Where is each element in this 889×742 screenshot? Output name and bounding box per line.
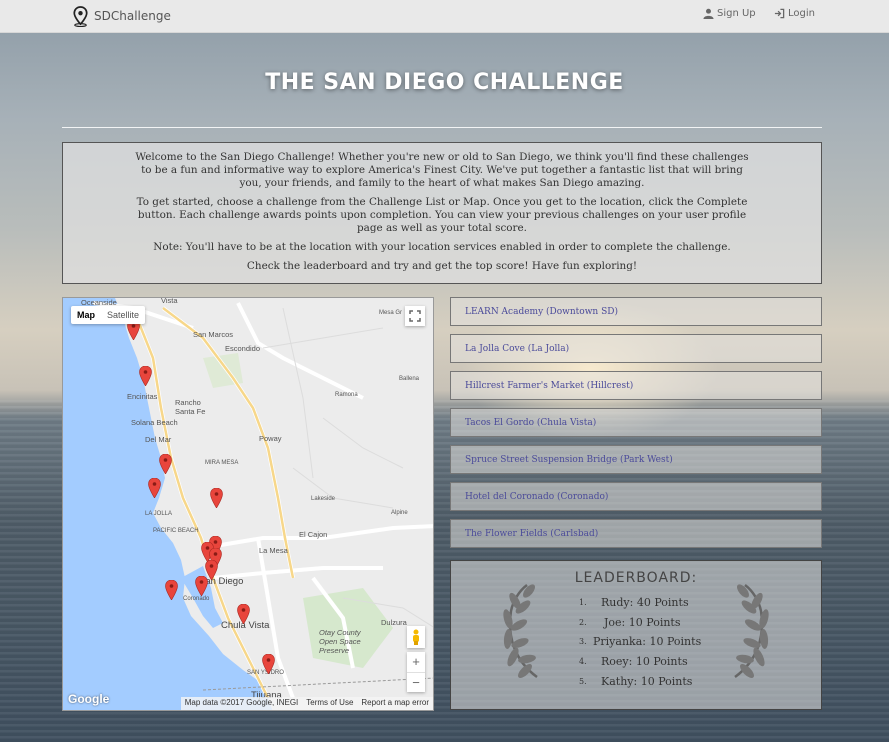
zoom-in-button[interactable]: + xyxy=(407,652,425,673)
challenge-item[interactable]: Hillcrest Farmer's Market (Hillcrest) xyxy=(450,371,822,400)
leaderboard-entry: 4. Roey: 10 Points xyxy=(579,652,739,672)
challenge-item[interactable]: Spruce Street Suspension Bridge (Park We… xyxy=(450,445,822,474)
challenge-item[interactable]: La Jolla Cove (La Jolla) xyxy=(450,334,822,363)
map-label: Coronado xyxy=(183,596,210,602)
leaderboard-rank: 2. xyxy=(579,617,587,627)
leaderboard-rank: 4. xyxy=(579,657,587,667)
map-label: Poway xyxy=(259,434,282,443)
map-label: Vista xyxy=(161,297,178,305)
title-divider xyxy=(62,127,822,128)
map-label: PACIFIC BEACH xyxy=(153,528,199,534)
street-view-button[interactable] xyxy=(407,626,425,648)
leaderboard: LEADERBOARD: 1. Rudy: 40 Points 2. Joe: … xyxy=(450,560,822,710)
google-logo: Google xyxy=(68,692,110,706)
map-marker-icon[interactable] xyxy=(195,576,208,596)
report-error-link[interactable]: Report a map error xyxy=(361,698,429,709)
leaderboard-entry: 3. Priyanka: 10 Points xyxy=(579,632,739,652)
user-icon xyxy=(703,8,714,19)
map-label: Mesa Gr xyxy=(379,310,403,316)
map-label: San Marcos xyxy=(193,330,234,339)
map-marker-icon[interactable] xyxy=(262,654,275,674)
login-icon xyxy=(774,8,785,19)
intro-paragraph: To get started, choose a challenge from … xyxy=(136,196,748,234)
map-marker-icon[interactable] xyxy=(139,366,152,386)
map-label: Lakeside xyxy=(311,496,336,502)
map-label: Ramona xyxy=(335,392,358,398)
map-label: Rancho Santa Fe xyxy=(175,398,206,416)
leaderboard-name: Priyanka: 10 Points xyxy=(593,635,702,649)
map-marker-icon[interactable] xyxy=(237,604,250,624)
map-label: Encinitas xyxy=(127,392,158,401)
map-label: Alpine xyxy=(391,510,408,516)
challenge-item[interactable]: LEARN Academy (Downtown SD) xyxy=(450,297,822,326)
intro-paragraph: Note: You'll have to be at the location … xyxy=(153,241,731,253)
map-label: Otay County Open Space Preserve xyxy=(319,628,361,655)
login-label: Login xyxy=(788,8,815,19)
signup-link[interactable]: Sign Up xyxy=(703,8,756,19)
leaderboard-list: 1. Rudy: 40 Points 2. Joe: 10 Points 3. … xyxy=(579,593,739,691)
leaderboard-name: Kathy: 10 Points xyxy=(601,674,693,688)
intro-paragraph: Welcome to the San Diego Challenge! Whet… xyxy=(135,151,749,189)
map-label: La Mesa xyxy=(259,546,288,555)
leaderboard-entry: 2. Joe: 10 Points xyxy=(579,613,739,633)
fullscreen-button[interactable] xyxy=(405,306,425,326)
leaderboard-name: Rudy: 40 Points xyxy=(601,596,689,610)
challenge-map[interactable]: Oceanside Vista Mesa Gr San Marcos Escon… xyxy=(62,297,434,711)
fullscreen-icon xyxy=(409,310,421,322)
map-marker-icon[interactable] xyxy=(210,488,223,508)
leaderboard-entry: 5. Kathy: 10 Points xyxy=(579,671,739,691)
challenge-list: LEARN Academy (Downtown SD) La Jolla Cov… xyxy=(450,297,822,556)
leaderboard-rank: 1. xyxy=(579,598,587,608)
map-label: Del Mar xyxy=(145,435,172,444)
map-label: MIRA MESA xyxy=(205,460,239,466)
map-marker-icon[interactable] xyxy=(159,454,172,474)
map-label: Ballena xyxy=(399,376,420,382)
map-type-satellite[interactable]: Satellite xyxy=(101,306,145,324)
map-marker-icon[interactable] xyxy=(165,580,178,600)
challenge-item[interactable]: Hotel del Coronado (Coronado) xyxy=(450,482,822,511)
login-link[interactable]: Login xyxy=(774,8,815,19)
signup-label: Sign Up xyxy=(717,8,756,19)
brand-label: SDChallenge xyxy=(94,9,171,23)
brand-link[interactable]: SDChallenge xyxy=(72,5,171,27)
page-title: THE SAN DIEGO CHALLENGE xyxy=(265,70,624,95)
map-type-control: Map Satellite xyxy=(71,306,146,324)
leaderboard-title: LEADERBOARD: xyxy=(574,570,698,586)
map-label: El Cajon xyxy=(299,530,328,539)
map-label: Dulzura xyxy=(381,618,407,627)
intro-box: Welcome to the San Diego Challenge! Whet… xyxy=(62,142,822,284)
challenge-item[interactable]: The Flower Fields (Carlsbad) xyxy=(450,519,822,548)
navbar: SDChallenge Sign Up Login xyxy=(0,0,889,33)
map-marker-icon[interactable] xyxy=(148,478,161,498)
zoom-out-button[interactable]: − xyxy=(407,673,425,693)
challenge-item[interactable]: Tacos El Gordo (Chula Vista) xyxy=(450,408,822,437)
map-attribution: Map data ©2017 Google, INEGI Terms of Us… xyxy=(180,697,433,710)
leaderboard-name: Joe: 10 Points xyxy=(604,615,681,629)
leaderboard-entry: 1. Rudy: 40 Points xyxy=(579,593,739,613)
laurel-left-icon xyxy=(503,584,538,679)
map-pin-icon xyxy=(73,5,88,27)
leaderboard-rank: 5. xyxy=(579,676,587,686)
map-label: LA JOLLA xyxy=(145,511,173,517)
map-label: Solana Beach xyxy=(131,418,178,427)
map-type-map[interactable]: Map xyxy=(71,306,101,324)
terms-link[interactable]: Terms of Use xyxy=(306,698,353,709)
leaderboard-name: Roey: 10 Points xyxy=(601,655,688,669)
map-data-credit: Map data ©2017 Google, INEGI xyxy=(184,698,299,707)
map-label: Escondido xyxy=(225,344,261,353)
pegman-icon xyxy=(413,629,419,645)
zoom-control: + − xyxy=(407,652,425,692)
intro-paragraph: Check the leaderboard and try and get th… xyxy=(246,260,638,272)
